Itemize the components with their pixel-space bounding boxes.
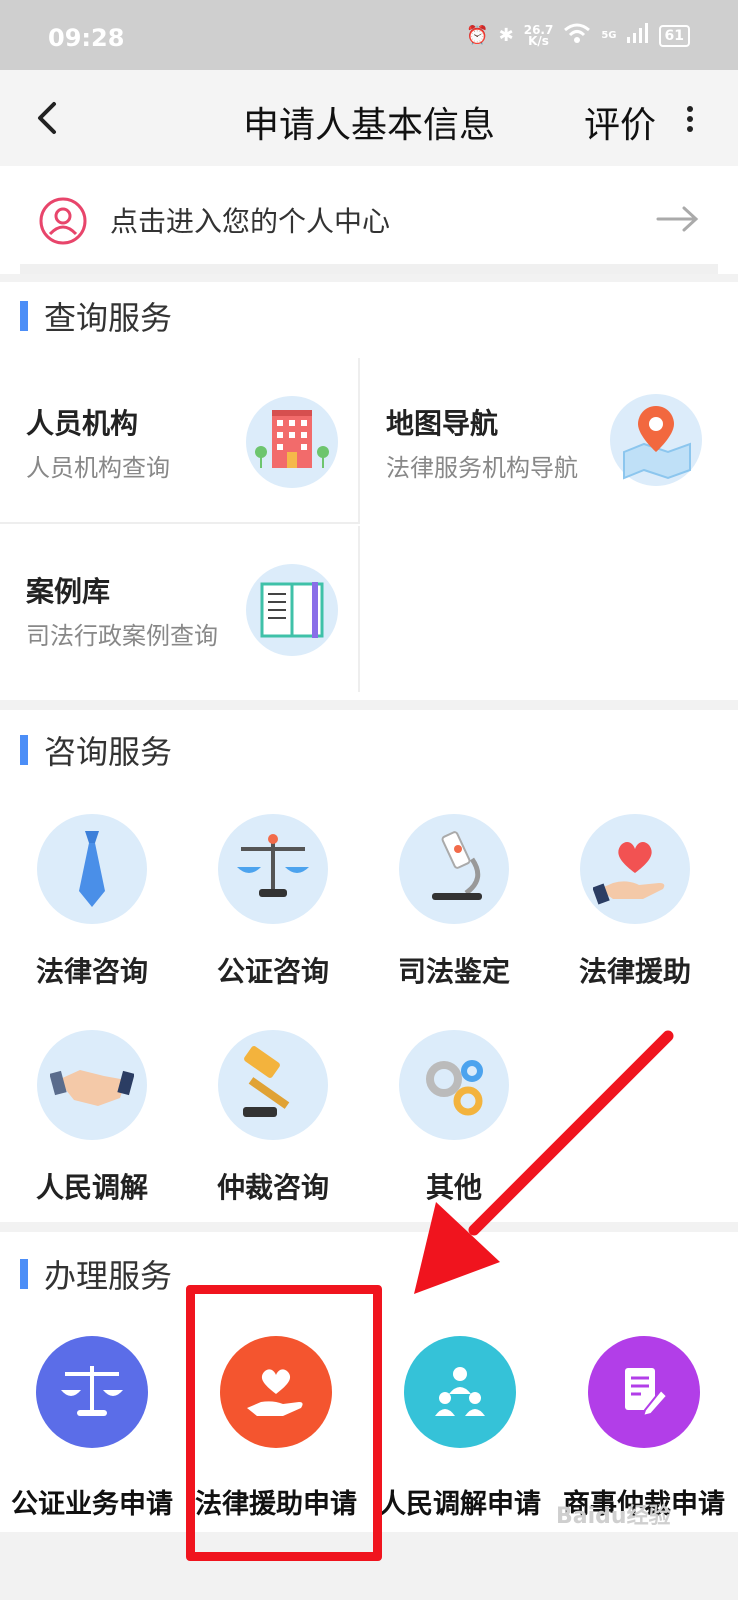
- watermark: Baidu经验: [556, 1504, 671, 1529]
- annotation-arrow: [414, 1030, 674, 1294]
